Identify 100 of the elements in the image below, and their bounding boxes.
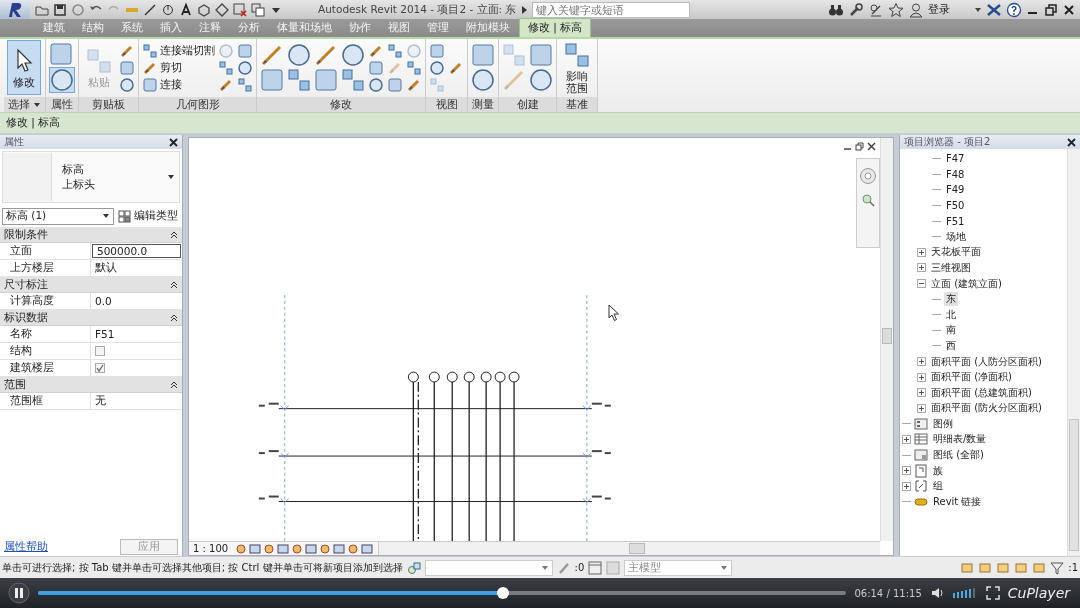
value-input-field[interactable]: 500000.0 — [92, 244, 181, 258]
volume-icon[interactable] — [929, 586, 944, 600]
wrench-icon[interactable] — [848, 1, 864, 18]
grid-icon[interactable] — [287, 68, 311, 92]
tree-item[interactable]: F51 — [944, 215, 967, 227]
application-menu-button[interactable] — [0, 0, 30, 19]
restore-icon[interactable] — [855, 142, 864, 151]
progress-thumb[interactable] — [496, 587, 509, 599]
scroll-thumb[interactable] — [629, 543, 646, 554]
tree-item[interactable]: 组 — [931, 479, 945, 494]
close-icon[interactable] — [1067, 137, 1076, 147]
tree-item[interactable]: F50 — [944, 200, 967, 212]
tree-item[interactable]: 图例 — [931, 416, 955, 431]
square-icon[interactable] — [368, 59, 384, 76]
collapse-toggle-icon[interactable] — [917, 279, 926, 289]
panel-label[interactable]: 创建 — [499, 97, 556, 112]
x-logo-icon[interactable] — [986, 1, 1002, 18]
close-icon[interactable] — [867, 142, 876, 151]
grid-icon[interactable] — [387, 42, 403, 59]
tree-item[interactable]: 面积平面 (人防分区面积) — [929, 354, 1044, 369]
tree-item[interactable]: F47 — [944, 153, 967, 165]
tree-item[interactable]: 南 — [944, 323, 958, 338]
tree-item[interactable]: 场地 — [944, 229, 968, 244]
circle-icon[interactable] — [237, 59, 253, 76]
panel-label[interactable]: 选择 — [4, 97, 45, 112]
expand-toggle-icon[interactable] — [917, 388, 926, 398]
grid-icon[interactable] — [218, 59, 234, 76]
search-field[interactable]: 键入关键字或短语 — [532, 1, 691, 18]
tree-item[interactable]: F49 — [944, 184, 967, 196]
vertical-scrollbar[interactable] — [880, 138, 893, 541]
tree-item[interactable]: 三维视图 — [929, 260, 973, 275]
line-icon[interactable] — [142, 1, 158, 18]
group-header[interactable]: 标识数据 — [0, 310, 182, 326]
panel-label[interactable]: 基准 — [557, 97, 597, 112]
pencil-icon[interactable] — [314, 43, 338, 67]
help-icon[interactable] — [1006, 1, 1022, 18]
tree-item[interactable]: 立面 (建筑立面) — [929, 276, 1004, 291]
scroll-thumb[interactable] — [882, 328, 892, 344]
close-icon[interactable] — [169, 137, 178, 147]
panel-label[interactable]: 几何图形 — [139, 97, 256, 112]
window-close-icon[interactable] — [232, 1, 248, 18]
tool-button[interactable]: 连接 — [142, 76, 215, 93]
workset-icon[interactable] — [406, 560, 421, 575]
tree-item[interactable]: 面积平面 (净面积) — [929, 370, 1014, 385]
tree-item[interactable]: 面积平面 (防火分区面积) — [929, 401, 1044, 416]
expand-toggle-icon[interactable] — [917, 357, 926, 366]
square-icon[interactable] — [314, 68, 338, 92]
restore-icon[interactable] — [1044, 2, 1058, 17]
checkbox[interactable] — [95, 346, 105, 356]
volume-level-icon[interactable] — [951, 587, 978, 599]
square-icon[interactable] — [237, 42, 253, 59]
scroll-thumb[interactable] — [1069, 419, 1079, 551]
tree-item[interactable]: F48 — [944, 168, 967, 180]
caret-icon[interactable] — [974, 5, 982, 14]
circle-icon[interactable] — [368, 76, 384, 93]
square-icon[interactable] — [387, 76, 403, 93]
tool-button[interactable]: 影响范围 — [560, 40, 594, 95]
type-selector[interactable]: 标高 上标头 — [2, 151, 180, 203]
expand-toggle-icon[interactable] — [917, 247, 926, 257]
filter-icon[interactable] — [1050, 560, 1065, 575]
tree-item[interactable]: 北 — [944, 307, 958, 322]
panel-label[interactable]: 剪贴板 — [79, 97, 138, 112]
design-option-dropdown[interactable]: 主模型 — [624, 559, 733, 576]
windows-icon[interactable] — [250, 1, 266, 18]
group-header[interactable]: 限制条件 — [0, 227, 182, 243]
grid-icon[interactable] — [237, 76, 253, 93]
tool-button[interactable]: 修改 — [7, 40, 41, 95]
circle-icon[interactable] — [341, 43, 365, 67]
close-icon[interactable] — [1062, 2, 1076, 17]
vertical-scrollbar[interactable] — [1067, 149, 1080, 556]
save-icon[interactable] — [52, 1, 68, 18]
grid-icon[interactable] — [341, 68, 365, 92]
tree-item[interactable]: 族 — [931, 463, 945, 478]
expand-toggle-icon[interactable] — [902, 481, 911, 491]
pencil-icon[interactable] — [260, 43, 284, 67]
sign-in-link[interactable]: 登录 — [928, 2, 950, 17]
tree-item[interactable]: Revit 链接 — [931, 494, 984, 509]
tree-item[interactable]: 面积平面 (总建筑面积) — [929, 385, 1034, 400]
square-icon[interactable] — [260, 68, 284, 92]
panel-label[interactable]: 测量 — [468, 97, 498, 112]
checkbox[interactable] — [95, 363, 105, 373]
circle-icon[interactable] — [287, 43, 311, 67]
scale-label[interactable]: 1 : 100 — [193, 543, 229, 554]
panel-label[interactable]: 属性 — [46, 97, 78, 112]
expand-toggle-icon[interactable] — [917, 263, 926, 273]
caret-right-icon[interactable] — [520, 4, 529, 15]
properties-help-link[interactable]: 属性帮助 — [4, 540, 48, 554]
grid-icon[interactable] — [406, 59, 422, 76]
square-icon[interactable] — [529, 43, 553, 67]
circle-icon[interactable] — [429, 59, 445, 76]
tree-item[interactable]: 图纸 (全部) — [931, 448, 986, 463]
panel-label[interactable]: 修改 — [257, 97, 425, 112]
expand-toggle-icon[interactable] — [902, 435, 911, 444]
text-a-icon[interactable] — [178, 1, 194, 18]
square-icon[interactable] — [429, 42, 445, 59]
fullscreen-icon[interactable] — [985, 586, 1000, 600]
zoom-icon[interactable] — [861, 193, 875, 207]
tree-item[interactable]: 西 — [944, 338, 958, 353]
group-header[interactable]: 范围 — [0, 377, 182, 393]
tool-button[interactable]: 剪切 — [142, 59, 215, 76]
